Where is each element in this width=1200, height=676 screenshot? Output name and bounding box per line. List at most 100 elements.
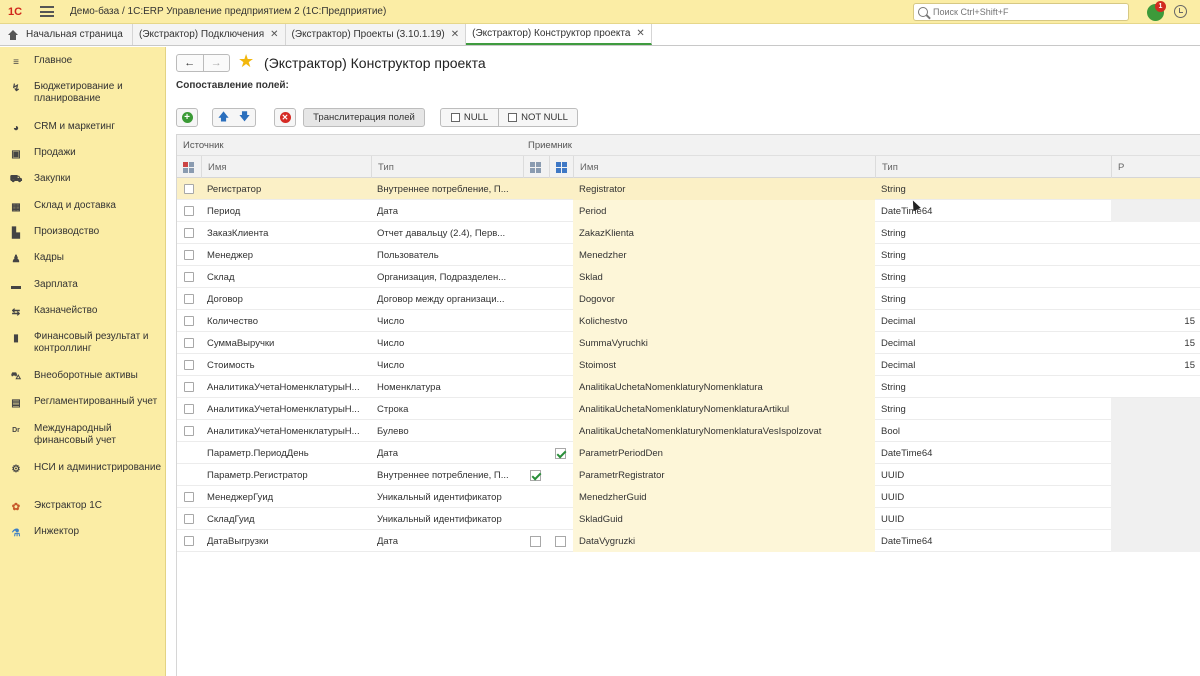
table-row[interactable]: МенеджерГуид Уникальный идентификатор Mene…	[177, 486, 1200, 508]
dst-type-cell[interactable]: UUID	[875, 508, 1111, 530]
row-checkbox[interactable]	[184, 536, 194, 546]
src-name-cell[interactable]: АналитикаУчетаНоменклатурыН...	[201, 420, 371, 442]
flag2-checkbox[interactable]	[555, 447, 566, 459]
dst-type-cell[interactable]: String	[875, 398, 1111, 420]
p-cell[interactable]	[1111, 244, 1195, 266]
row-checkbox[interactable]	[184, 338, 194, 348]
p-cell[interactable]	[1111, 200, 1195, 222]
close-icon[interactable]: ✕	[270, 29, 278, 40]
src-name-cell[interactable]: Параметр.Регистратор	[201, 464, 371, 486]
dst-type-cell[interactable]: String	[875, 376, 1111, 398]
p-cell[interactable]	[1111, 288, 1195, 310]
table-row[interactable]: Менеджер Пользователь Menedzher String	[177, 244, 1200, 266]
dst-name-cell[interactable]: ZakazKlienta	[573, 222, 875, 244]
dst-type-cell[interactable]: UUID	[875, 486, 1111, 508]
tab-project-constructor[interactable]: (Экстрактор) Конструктор проекта ✕	[466, 24, 652, 45]
dst-type-cell[interactable]: String	[875, 288, 1111, 310]
sidebar-item-warehouse[interactable]: ▦ Склад и доставка	[0, 200, 166, 213]
close-icon[interactable]: ✕	[636, 28, 644, 39]
dst-name-cell[interactable]: ParametrPeriodDen	[573, 442, 875, 464]
history-icon[interactable]	[1174, 5, 1187, 18]
dst-name-cell[interactable]: MenedzherGuid	[573, 486, 875, 508]
row-checkbox[interactable]	[184, 404, 194, 414]
dst-name-cell[interactable]: Menedzher	[573, 244, 875, 266]
table-row[interactable]: ДатаВыгрузки Дата DataVygruzki DateTime64	[177, 530, 1200, 552]
src-type-cell[interactable]: Уникальный идентификатор	[371, 508, 523, 530]
table-row[interactable]: Количество Число Kolichestvo Decimal 15	[177, 310, 1200, 332]
add-button[interactable]: +	[176, 108, 198, 127]
src-name-cell[interactable]: МенеджерГуид	[201, 486, 371, 508]
dst-name-cell[interactable]: DataVygruzki	[573, 530, 875, 552]
src-name-cell[interactable]: Договор	[201, 288, 371, 310]
dst-type-cell[interactable]: String	[875, 222, 1111, 244]
dst-name-cell[interactable]: Dogovor	[573, 288, 875, 310]
select-all-icon[interactable]	[177, 156, 201, 178]
dst-type-cell[interactable]: DateTime64	[875, 442, 1111, 464]
dst-name-cell[interactable]: AnalitikaUchetaNomenklaturyNomenklaturaA…	[573, 398, 875, 420]
src-name-cell[interactable]: ЗаказКлиента	[201, 222, 371, 244]
sidebar-item-sales[interactable]: ▣ Продажи	[0, 147, 166, 160]
p-cell[interactable]	[1111, 398, 1195, 420]
p-cell[interactable]	[1111, 530, 1195, 552]
src-name-cell[interactable]: Период	[201, 200, 371, 222]
p-cell[interactable]	[1111, 464, 1195, 486]
dst-type-cell[interactable]: String	[875, 244, 1111, 266]
src-name-cell[interactable]: Склад	[201, 266, 371, 288]
src-name-cell[interactable]: Регистратор	[201, 178, 371, 200]
search-box[interactable]	[913, 3, 1129, 21]
p-cell[interactable]: 15	[1111, 310, 1195, 332]
src-type-cell[interactable]: Число	[371, 332, 523, 354]
src-type-cell[interactable]: Дата	[371, 442, 523, 464]
dst-name-cell[interactable]: AnalitikaUchetaNomenklaturyNomenklatura	[573, 376, 875, 398]
row-checkbox[interactable]	[184, 228, 194, 238]
src-type-cell[interactable]: Булево	[371, 420, 523, 442]
p-cell[interactable]	[1111, 420, 1195, 442]
table-row[interactable]: Период Дата Period DateTime64	[177, 200, 1200, 222]
src-type-cell[interactable]: Договор между организаци...	[371, 288, 523, 310]
col-src-name[interactable]: Имя	[201, 156, 371, 178]
row-checkbox[interactable]	[184, 250, 194, 260]
row-checkbox[interactable]	[184, 360, 194, 370]
dst-type-cell[interactable]: String	[875, 178, 1111, 200]
close-icon[interactable]: ✕	[451, 29, 459, 40]
dst-type-cell[interactable]: UUID	[875, 464, 1111, 486]
col-flag2[interactable]	[549, 156, 573, 178]
row-checkbox[interactable]	[184, 184, 194, 194]
row-checkbox[interactable]	[184, 206, 194, 216]
sidebar-item-main[interactable]: ≡ Главное	[0, 55, 166, 68]
search-input[interactable]	[933, 7, 1113, 17]
row-checkbox[interactable]	[184, 514, 194, 524]
table-row[interactable]: Параметр.Регистратор Внутреннее потреблен…	[177, 464, 1200, 486]
forward-arrow-icon[interactable]: →	[204, 55, 230, 71]
src-name-cell[interactable]: Параметр.ПериодДень	[201, 442, 371, 464]
src-name-cell[interactable]: АналитикаУчетаНоменклатурыН...	[201, 376, 371, 398]
sidebar-item-hr[interactable]: ♟ Кадры	[0, 252, 166, 265]
sidebar-item-purchases[interactable]: ⛟ Закупки	[0, 173, 166, 186]
favorite-star-icon[interactable]: ★	[238, 51, 254, 72]
move-up-icon[interactable]: 🡅	[213, 108, 234, 127]
dst-name-cell[interactable]: Sklad	[573, 266, 875, 288]
move-down-icon[interactable]: 🡇	[234, 108, 255, 127]
p-cell[interactable]	[1111, 442, 1195, 464]
col-flag1[interactable]	[523, 156, 549, 178]
src-name-cell[interactable]: ДатаВыгрузки	[201, 530, 371, 552]
src-type-cell[interactable]: Строка	[371, 398, 523, 420]
p-cell[interactable]: 15	[1111, 354, 1195, 376]
p-cell[interactable]	[1111, 486, 1195, 508]
sidebar-item-ifrs[interactable]: Dr Международный финансовый учет	[0, 423, 166, 447]
col-src-type[interactable]: Тип	[371, 156, 523, 178]
table-row[interactable]: СуммаВыручки Число SummaVyruchki Decimal 15	[177, 332, 1200, 354]
sidebar-item-assets[interactable]: ⛍ Внеоборотные активы	[0, 370, 166, 383]
src-type-cell[interactable]: Номенклатура	[371, 376, 523, 398]
flag1-checkbox[interactable]	[530, 535, 541, 547]
table-row[interactable]: АналитикаУчетаНоменклатурыН... Строка Anal…	[177, 398, 1200, 420]
tab-connections[interactable]: (Экстрактор) Подключения ✕	[133, 24, 286, 45]
dst-name-cell[interactable]: Kolichestvo	[573, 310, 875, 332]
row-checkbox[interactable]	[184, 426, 194, 436]
null-button[interactable]: NULL	[441, 109, 499, 126]
src-type-cell[interactable]: Число	[371, 310, 523, 332]
delete-button[interactable]: ✕	[274, 108, 296, 127]
dst-name-cell[interactable]: SummaVyruchki	[573, 332, 875, 354]
src-name-cell[interactable]: Менеджер	[201, 244, 371, 266]
col-dst-type[interactable]: Тип	[875, 156, 1111, 178]
